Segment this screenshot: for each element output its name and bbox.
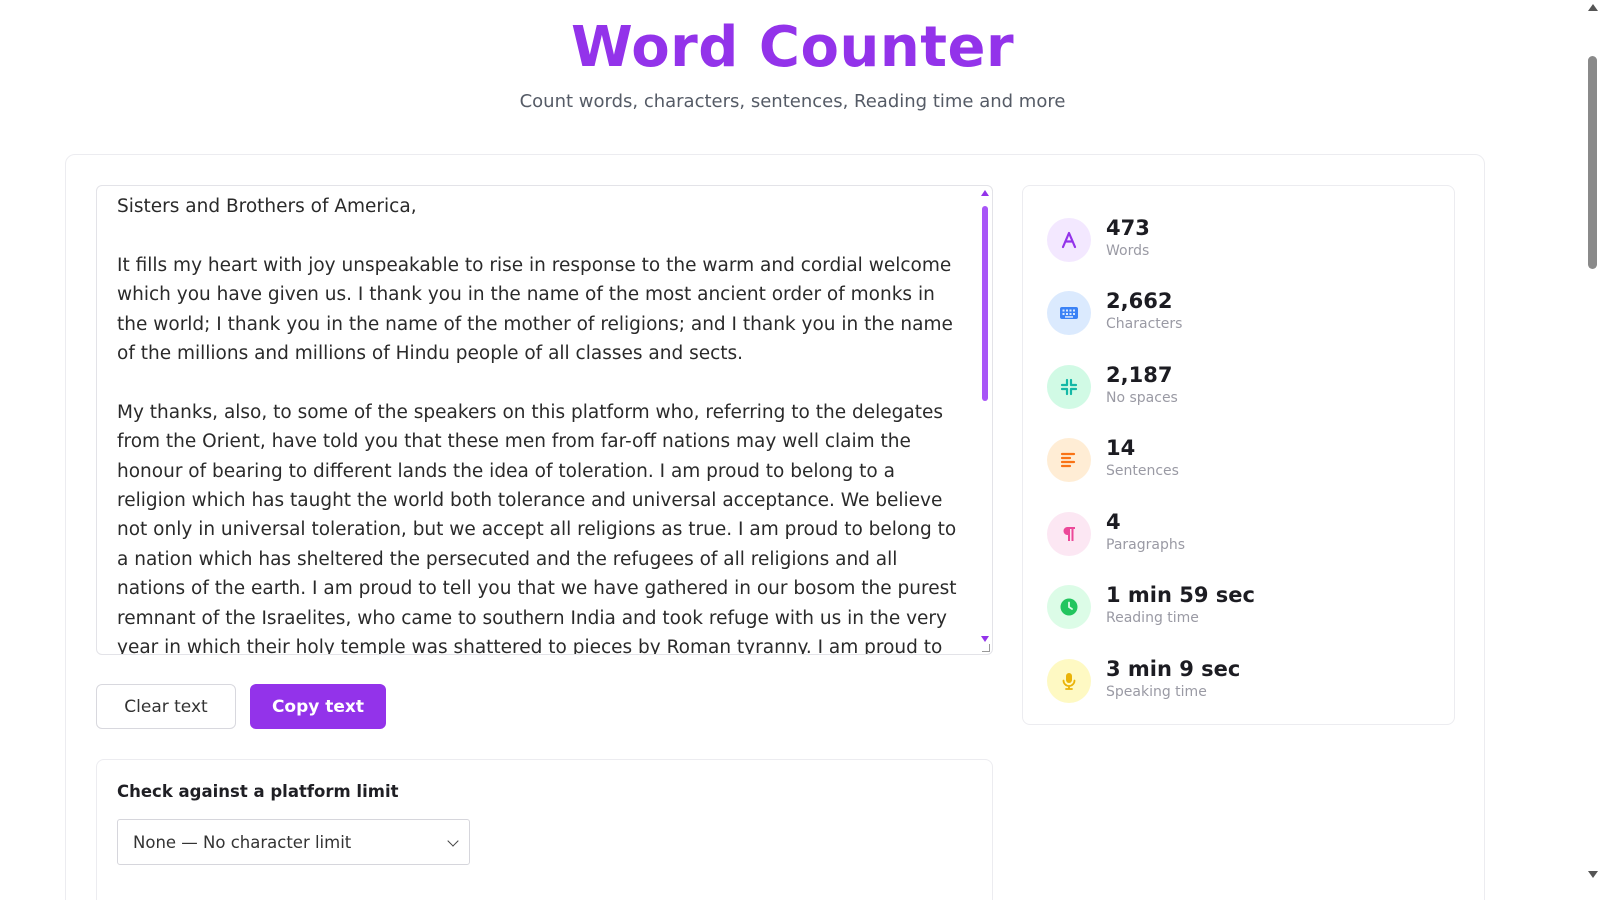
page-title: Word Counter	[570, 15, 1015, 80]
stat-label: No spaces	[1106, 390, 1178, 406]
copy-text-button[interactable]: Copy text	[250, 684, 386, 729]
chevron-down-icon	[447, 835, 459, 847]
platform-limit-select[interactable]: None — No character limit	[117, 819, 470, 865]
stat-speaking-time: 3 min 9 sec Speaking time	[1047, 655, 1427, 715]
stat-label: Paragraphs	[1106, 537, 1186, 553]
stat-label: Reading time	[1106, 610, 1199, 626]
main-card: Sisters and Brothers of America, It fill…	[65, 154, 1485, 900]
stat-paragraphs: 4 Paragraphs	[1047, 508, 1427, 568]
compress-icon	[1047, 365, 1091, 409]
stat-sentences: 14 Sentences	[1047, 434, 1427, 494]
page-scroll-down-icon[interactable]	[1588, 871, 1598, 878]
page-subtitle: Count words, characters, sentences, Read…	[519, 91, 1066, 112]
stat-no-spaces: 2,187 No spaces	[1047, 361, 1427, 421]
page-scrollbar[interactable]	[1585, 0, 1600, 900]
stats-card: 473 Words 2,662 Characters 2,187 No spac…	[1022, 185, 1455, 725]
stat-value: 2,187	[1106, 363, 1173, 387]
keyboard-icon	[1047, 291, 1091, 335]
clear-text-button[interactable]: Clear text	[96, 684, 236, 729]
stat-label: Sentences	[1106, 463, 1179, 479]
platform-limit-card: Check against a platform limit None — No…	[96, 759, 993, 900]
scroll-down-arrow-icon[interactable]	[981, 636, 989, 642]
stat-value: 4	[1106, 510, 1121, 534]
microphone-icon	[1047, 659, 1091, 703]
platform-limit-selected: None — No character limit	[133, 832, 352, 852]
stat-value: 14	[1106, 436, 1136, 460]
stat-label: Words	[1106, 243, 1150, 259]
page-scroll-thumb[interactable]	[1588, 56, 1597, 269]
stat-value: 3 min 9 sec	[1106, 657, 1241, 681]
stat-value: 2,662	[1106, 289, 1173, 313]
letter-a-icon	[1047, 218, 1091, 262]
clock-icon	[1047, 585, 1091, 629]
stat-characters: 2,662 Characters	[1047, 287, 1427, 347]
platform-limit-label: Check against a platform limit	[117, 782, 399, 801]
page-scroll-up-icon[interactable]	[1588, 4, 1598, 11]
pilcrow-icon	[1047, 512, 1091, 556]
resize-grip-icon[interactable]	[982, 644, 990, 652]
editor-text[interactable]: Sisters and Brothers of America, It fill…	[117, 192, 967, 654]
scroll-up-arrow-icon[interactable]	[981, 190, 989, 196]
editor-scrollbar[interactable]	[980, 190, 990, 650]
stat-words: 473 Words	[1047, 214, 1427, 274]
align-left-icon	[1047, 438, 1091, 482]
editor-scroll-thumb[interactable]	[982, 206, 988, 401]
text-editor[interactable]: Sisters and Brothers of America, It fill…	[96, 185, 993, 655]
stat-value: 473	[1106, 216, 1150, 240]
stat-label: Speaking time	[1106, 684, 1207, 700]
stat-reading-time: 1 min 59 sec Reading time	[1047, 581, 1427, 641]
stat-value: 1 min 59 sec	[1106, 583, 1255, 607]
stat-label: Characters	[1106, 316, 1183, 332]
